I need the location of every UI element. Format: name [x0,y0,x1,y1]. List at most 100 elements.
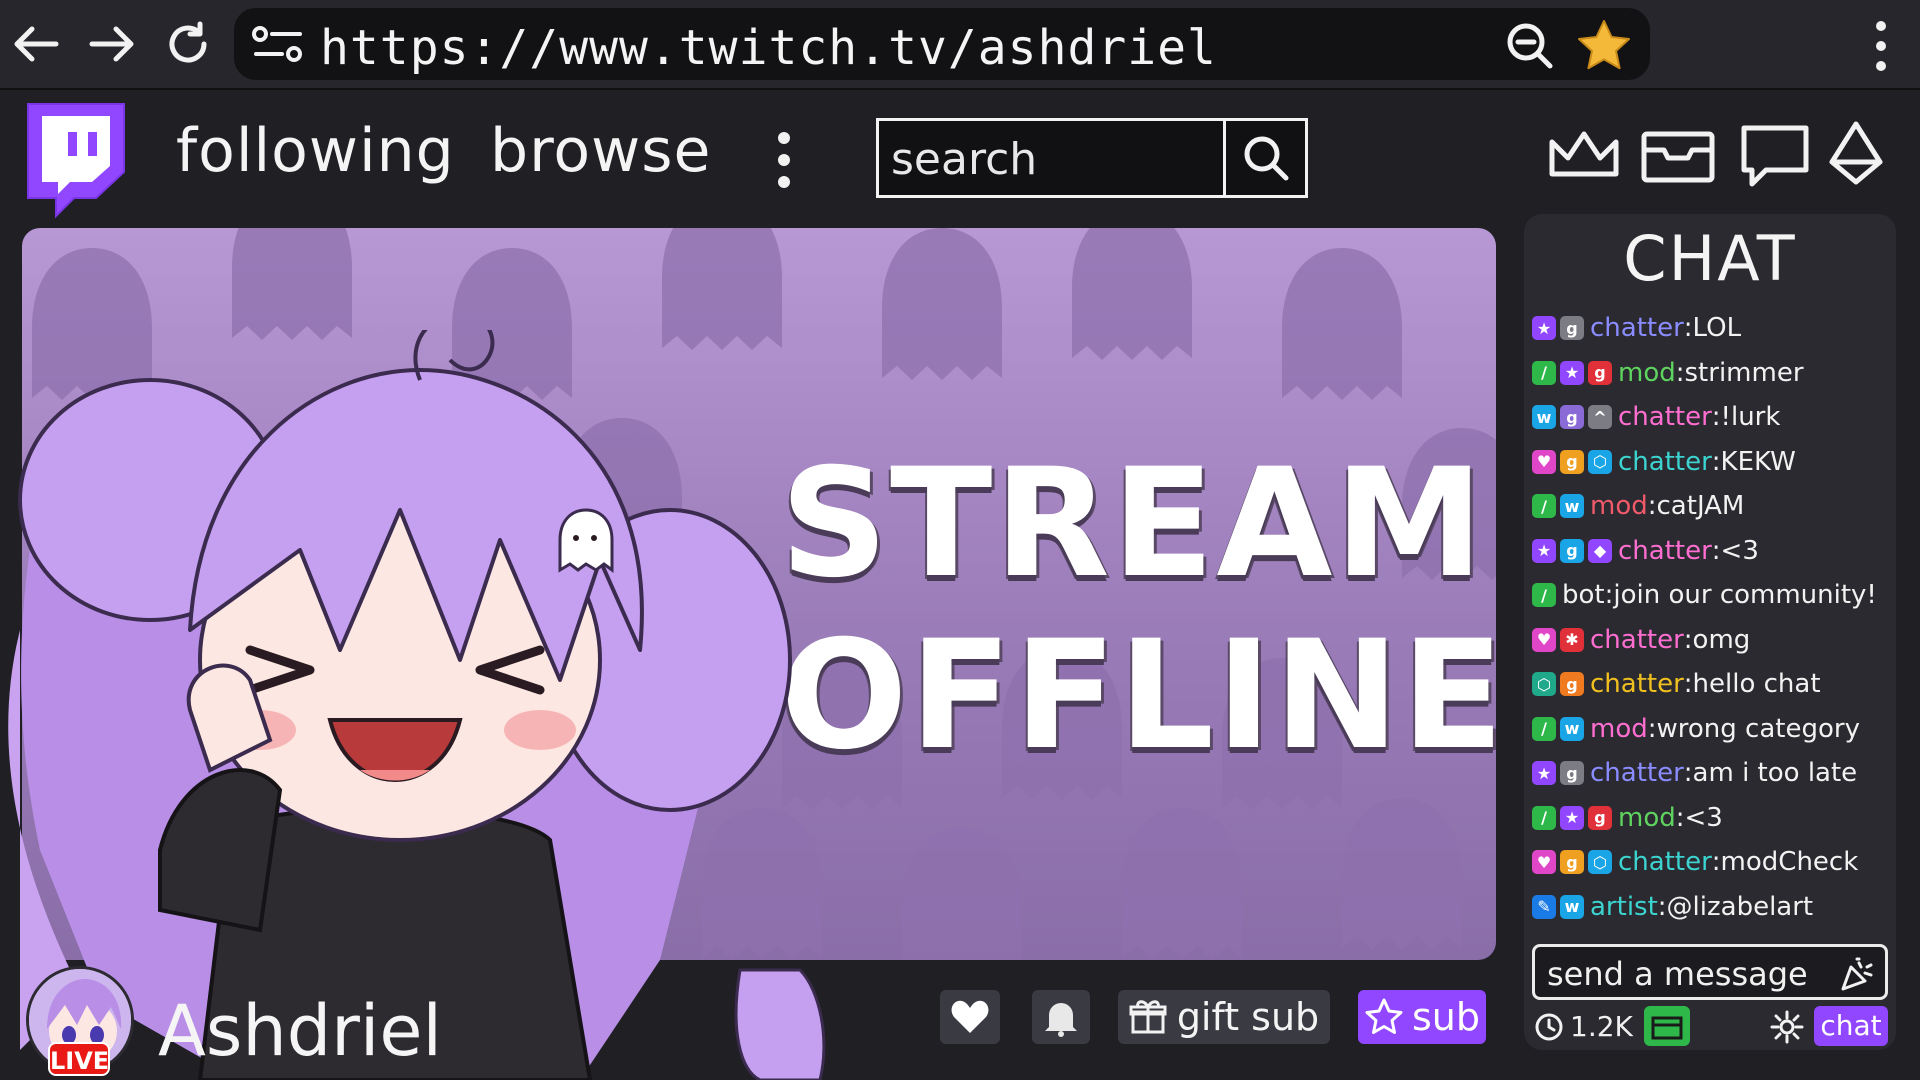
chat-username[interactable]: chatter [1618,402,1712,432]
chat-message-text: <3 [1684,802,1723,833]
chat-separator: : [1683,624,1693,655]
chat-username[interactable]: mod [1590,491,1648,521]
chat-message: w g ^ chatter: !lurk [1532,395,1894,440]
chat-badge-icon[interactable]: ★ [1560,805,1584,830]
chat-badge-icon[interactable]: ◆ [1588,538,1612,563]
chat-panel: CHAT ★ g chatter: LOL / ★ g mod: strimmer w g ^ ch… [1524,214,1896,1050]
crown-icon[interactable] [1544,120,1624,190]
chat-badge-icon[interactable]: g [1560,538,1584,563]
chat-username[interactable]: artist [1590,892,1658,922]
browser-toolbar: https://www.twitch.tv/ashdriel [0,0,1920,90]
chat-message-text: KEKW [1720,446,1796,477]
chat-badge-icon[interactable]: g [1588,360,1612,385]
chat-badge-icon[interactable]: ⬡ [1532,672,1556,697]
chat-badge-icon[interactable]: / [1532,583,1556,608]
chat-message: ★ g ◆ chatter: <3 [1532,529,1894,574]
chat-badge-icon[interactable]: ★ [1532,761,1556,786]
chat-username[interactable]: mod [1618,803,1676,833]
site-settings-icon[interactable] [250,22,306,66]
chat-username[interactable]: chatter [1618,847,1712,877]
chat-separator: : [1647,713,1657,744]
chat-message-list[interactable]: ★ g chatter: LOL / ★ g mod: strimmer w g ^ chatter… [1532,306,1894,929]
chat-username[interactable]: chatter [1618,447,1712,477]
notifications-button[interactable] [1032,990,1090,1044]
inbox-icon[interactable] [1638,120,1718,190]
chat-badge-icon[interactable]: ★ [1532,538,1556,563]
chat-badge-icon[interactable]: g [1560,761,1584,786]
chat-input[interactable]: send a message [1532,944,1888,1000]
chat-username[interactable]: bot [1562,580,1605,610]
follow-button[interactable] [940,990,1000,1044]
nav-following[interactable]: following [176,116,455,186]
bits-gem-icon[interactable] [1826,120,1886,190]
chat-message-text: catJAM [1656,491,1745,522]
chat-badge-icon[interactable]: ✱ [1560,627,1584,652]
chat-message-text: <3 [1720,535,1759,566]
chat-badge-icon[interactable]: w [1560,716,1584,741]
chat-badge-icon[interactable]: ♥ [1532,850,1556,875]
chat-badge-icon[interactable]: ♥ [1532,449,1556,474]
address-bar[interactable]: https://www.twitch.tv/ashdriel [234,8,1650,80]
chat-badge-icon[interactable]: ⬡ [1588,449,1612,474]
chat-badge-icon[interactable]: ★ [1560,360,1584,385]
browser-menu-icon[interactable] [1866,16,1896,76]
chat-username[interactable]: chatter [1590,625,1684,655]
chat-badge-icon[interactable]: ★ [1532,316,1556,341]
chat-username[interactable]: mod [1590,714,1648,744]
offline-line-2: OFFLINE [780,609,1496,783]
twitch-logo[interactable] [18,100,130,219]
chat-badge-icon[interactable]: / [1532,805,1556,830]
chat-username[interactable]: mod [1618,358,1676,388]
search-button[interactable] [1223,121,1305,195]
streamer-name[interactable]: Ashdriel [158,990,442,1072]
chat-separator: : [1711,446,1721,477]
chat-message: / bot: join our community! [1532,573,1894,618]
more-options-icon[interactable] [774,130,794,190]
chat-badge-icon[interactable]: / [1532,716,1556,741]
chat-badge-icon[interactable]: ✎ [1532,894,1556,919]
whispers-icon[interactable] [1736,120,1816,190]
zoom-out-icon[interactable] [1502,18,1558,74]
chat-username[interactable]: chatter [1590,313,1684,343]
search-input[interactable]: search [876,118,1308,198]
gift-sub-button[interactable]: gift sub [1118,990,1330,1044]
chat-badge-icon[interactable]: ^ [1588,405,1612,430]
chat-username[interactable]: chatter [1618,536,1712,566]
sub-label: sub [1411,995,1480,1039]
chat-message-text: am i too late [1692,758,1858,789]
chat-username[interactable]: chatter [1590,758,1684,788]
emote-party-icon[interactable] [1839,957,1875,993]
chat-badge-icon[interactable]: / [1532,360,1556,385]
chat-message-text: strimmer [1684,357,1804,388]
chat-badge-icon[interactable]: / [1532,494,1556,519]
stream-offline-title: STREAM OFFLINE [780,438,1496,783]
chat-send-button[interactable]: chat [1814,1006,1888,1046]
chat-badge-icon[interactable]: w [1560,894,1584,919]
chat-badge-icon[interactable]: w [1532,405,1556,430]
chat-message-text: omg [1692,624,1751,655]
chat-message: ♥ g ⬡ chatter: KEKW [1532,440,1894,485]
chat-message: ♥ g ⬡ chatter: modCheck [1532,840,1894,885]
bookmark-star-icon[interactable] [1574,16,1634,76]
reload-icon[interactable] [160,16,216,72]
chat-badge-icon[interactable]: g [1560,449,1584,474]
chat-badge-icon[interactable]: g [1560,316,1584,341]
clock-icon [1535,1013,1563,1041]
forward-arrow-icon[interactable] [84,16,140,72]
chat-badge-icon[interactable]: w [1560,494,1584,519]
chat-badge-icon[interactable]: ⬡ [1588,850,1612,875]
chat-badge-icon[interactable]: g [1560,672,1584,697]
chat-badge-icon[interactable]: ♥ [1532,627,1556,652]
back-arrow-icon[interactable] [8,16,64,72]
chat-input-placeholder: send a message [1547,955,1808,993]
nav-browse[interactable]: browse [490,116,711,186]
chat-badge-icon[interactable]: g [1560,850,1584,875]
chat-separator: : [1675,802,1685,833]
gift-sub-label: gift sub [1176,995,1320,1039]
chat-badge-icon[interactable]: g [1588,805,1612,830]
subscribe-button[interactable]: sub [1358,990,1486,1044]
channel-points-icon[interactable] [1644,1006,1690,1046]
chat-badge-icon[interactable]: g [1560,405,1584,430]
settings-gear-icon[interactable] [1770,1010,1804,1044]
chat-username[interactable]: chatter [1590,669,1684,699]
